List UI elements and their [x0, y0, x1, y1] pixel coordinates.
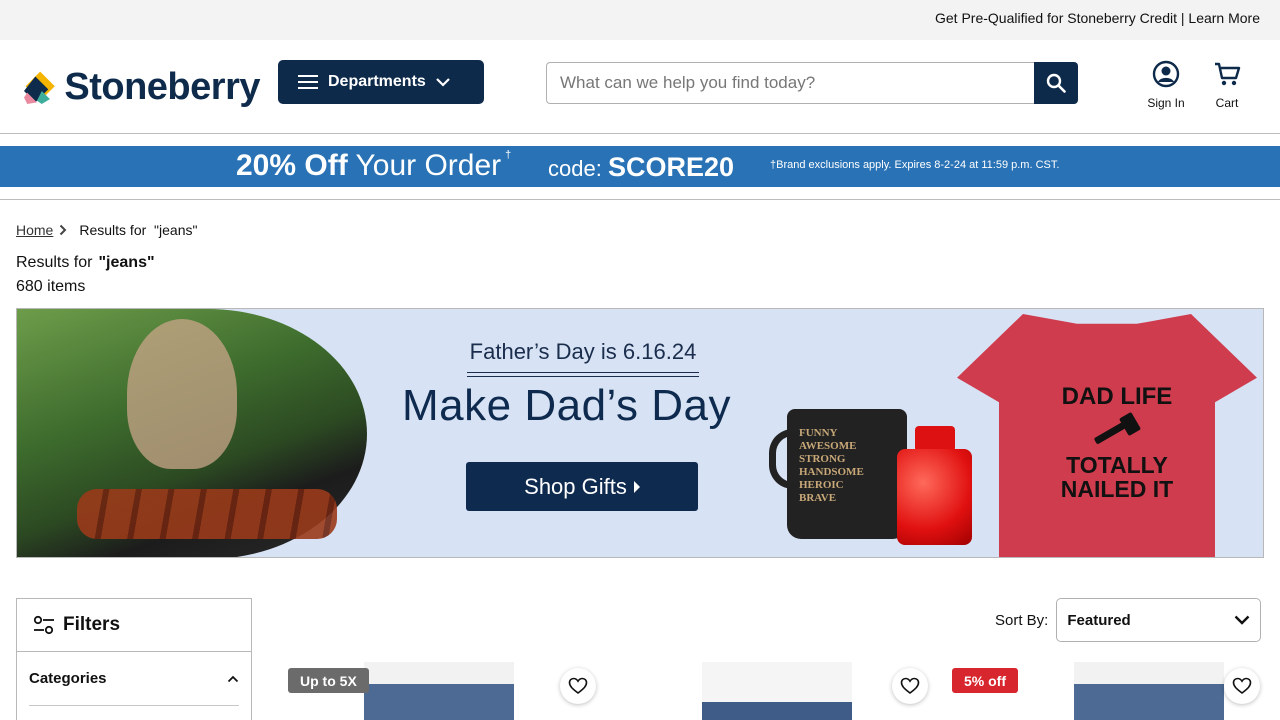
promo-code: code: SCORE20	[548, 150, 734, 186]
heart-icon	[1232, 677, 1252, 695]
promo-dagger: †	[505, 149, 512, 161]
mug-word: BRAVE	[799, 492, 837, 504]
chevron-down-icon	[436, 78, 450, 87]
promo-discount: 20% Off	[236, 149, 348, 182]
breadcrumb: Home Results for "jeans"	[16, 222, 197, 238]
wishlist-button[interactable]	[892, 668, 928, 704]
mug-word: HEROIC	[799, 479, 844, 491]
sign-in-label: Sign In	[1147, 96, 1185, 110]
product-image[interactable]	[1074, 662, 1224, 720]
wishlist-button[interactable]	[1224, 668, 1260, 704]
shop-gifts-button[interactable]: Shop Gifts	[466, 462, 698, 511]
divider	[0, 199, 1280, 200]
mug-word: AWESOME	[799, 440, 857, 452]
mug-word: STRONG	[799, 453, 846, 465]
banner-headline: Make Dad’s Day	[402, 381, 731, 430]
divider-line	[467, 372, 699, 373]
product-image[interactable]	[364, 662, 514, 720]
categories-label: Categories	[29, 670, 107, 687]
sort-control: Sort By: Featured	[995, 598, 1262, 642]
mug-word: HANDSOME	[799, 466, 864, 478]
results-heading: Results for "jeans"	[16, 254, 155, 272]
promo-fine-print: †Brand exclusions apply. Expires 8-2-24 …	[770, 159, 1060, 171]
departments-label: Departments	[328, 73, 426, 90]
fathers-day-date: Father’s Day is 6.16.24	[469, 339, 697, 364]
separator: |	[1176, 10, 1189, 26]
logo-mark-icon	[24, 71, 55, 104]
sort-label: Sort By:	[995, 611, 1049, 629]
sort-selected-value: Featured	[1067, 611, 1131, 629]
sign-in-button[interactable]: Sign In	[1140, 60, 1192, 112]
cart-icon	[1215, 62, 1241, 86]
mug-word: FUNNY	[799, 427, 838, 439]
chevron-up-icon	[227, 675, 239, 682]
filter-sliders-icon	[33, 615, 54, 635]
product-card[interactable]: 5% off	[948, 662, 1268, 720]
tshirt-line: DAD LIFE	[1061, 383, 1173, 410]
results-query: "jeans"	[98, 254, 155, 271]
discount-badge: 5% off	[952, 668, 1018, 693]
search-bar	[546, 62, 1078, 104]
results-count: 680 items	[16, 278, 86, 295]
cologne-bottle-image	[897, 449, 972, 545]
brand-wordmark: Stoneberry	[64, 66, 260, 108]
categories-toggle[interactable]: Categories	[29, 652, 239, 706]
promo-headline-rest: Your Order	[355, 149, 502, 182]
wishlist-button[interactable]	[560, 668, 596, 704]
promo-banner[interactable]: 20% Off Your Order † code: SCORE20 †Brand…	[0, 146, 1280, 187]
stoneberry-logo[interactable]: Stoneberry	[24, 64, 260, 110]
man-figure	[127, 319, 237, 469]
rewards-badge: Up to 5X	[288, 668, 369, 693]
credit-prequal-link[interactable]: Get Pre-Qualified for Stoneberry Credit …	[935, 10, 1260, 26]
grill-sausages	[77, 489, 337, 539]
sort-select[interactable]: Featured	[1056, 598, 1262, 642]
mug-image: FUNNY AWESOME STRONG HANDSOME HEROIC BRA…	[787, 409, 907, 539]
tshirt-line: TOTALLY	[1066, 452, 1168, 479]
filters-header[interactable]: Filters	[17, 599, 251, 652]
utility-bar: Get Pre-Qualified for Stoneberry Credit …	[0, 0, 1280, 40]
breadcrumb-current: Results for "jeans"	[79, 222, 198, 238]
product-card[interactable]	[616, 662, 936, 720]
site-header: Stoneberry Departments Sign In	[0, 40, 1280, 134]
learn-more-link[interactable]: Learn More	[1188, 10, 1260, 26]
play-arrow-icon	[633, 480, 640, 493]
grilling-photo	[17, 309, 367, 557]
search-input[interactable]	[546, 62, 1034, 104]
cart-button[interactable]: Cart	[1206, 60, 1248, 112]
chevron-right-icon	[59, 224, 67, 236]
product-card[interactable]: Up to 5X	[284, 662, 604, 720]
prequal-text[interactable]: Get Pre-Qualified for Stoneberry Credit	[935, 10, 1177, 26]
filters-title: Filters	[63, 614, 121, 635]
search-icon	[1046, 73, 1066, 93]
tshirt-print: DAD LIFE TOTALLY NAILED IT	[1047, 383, 1187, 503]
search-button[interactable]	[1034, 62, 1078, 104]
chevron-down-icon	[1235, 615, 1250, 625]
results-prefix: Results for	[16, 254, 93, 271]
promo-code-value: SCORE20	[607, 152, 735, 182]
tshirt-line: NAILED IT	[1060, 476, 1174, 503]
hammer-icon	[1094, 412, 1141, 444]
product-image[interactable]	[702, 662, 852, 720]
divider-line	[467, 376, 699, 377]
cart-label: Cart	[1215, 96, 1239, 110]
departments-button[interactable]: Departments	[278, 60, 484, 104]
heart-icon	[900, 677, 920, 695]
filters-panel: Filters Categories	[16, 598, 252, 720]
shop-gifts-label: Shop Gifts	[524, 473, 627, 499]
promo-code-label: code:	[548, 156, 602, 181]
promo-headline: 20% Off Your Order †	[236, 148, 511, 184]
account-icon	[1152, 60, 1180, 88]
fathers-day-banner[interactable]: Father’s Day is 6.16.24 Make Dad’s Day S…	[16, 308, 1264, 558]
breadcrumb-home-link[interactable]: Home	[16, 222, 53, 238]
heart-icon	[568, 677, 588, 695]
menu-icon	[298, 75, 318, 89]
